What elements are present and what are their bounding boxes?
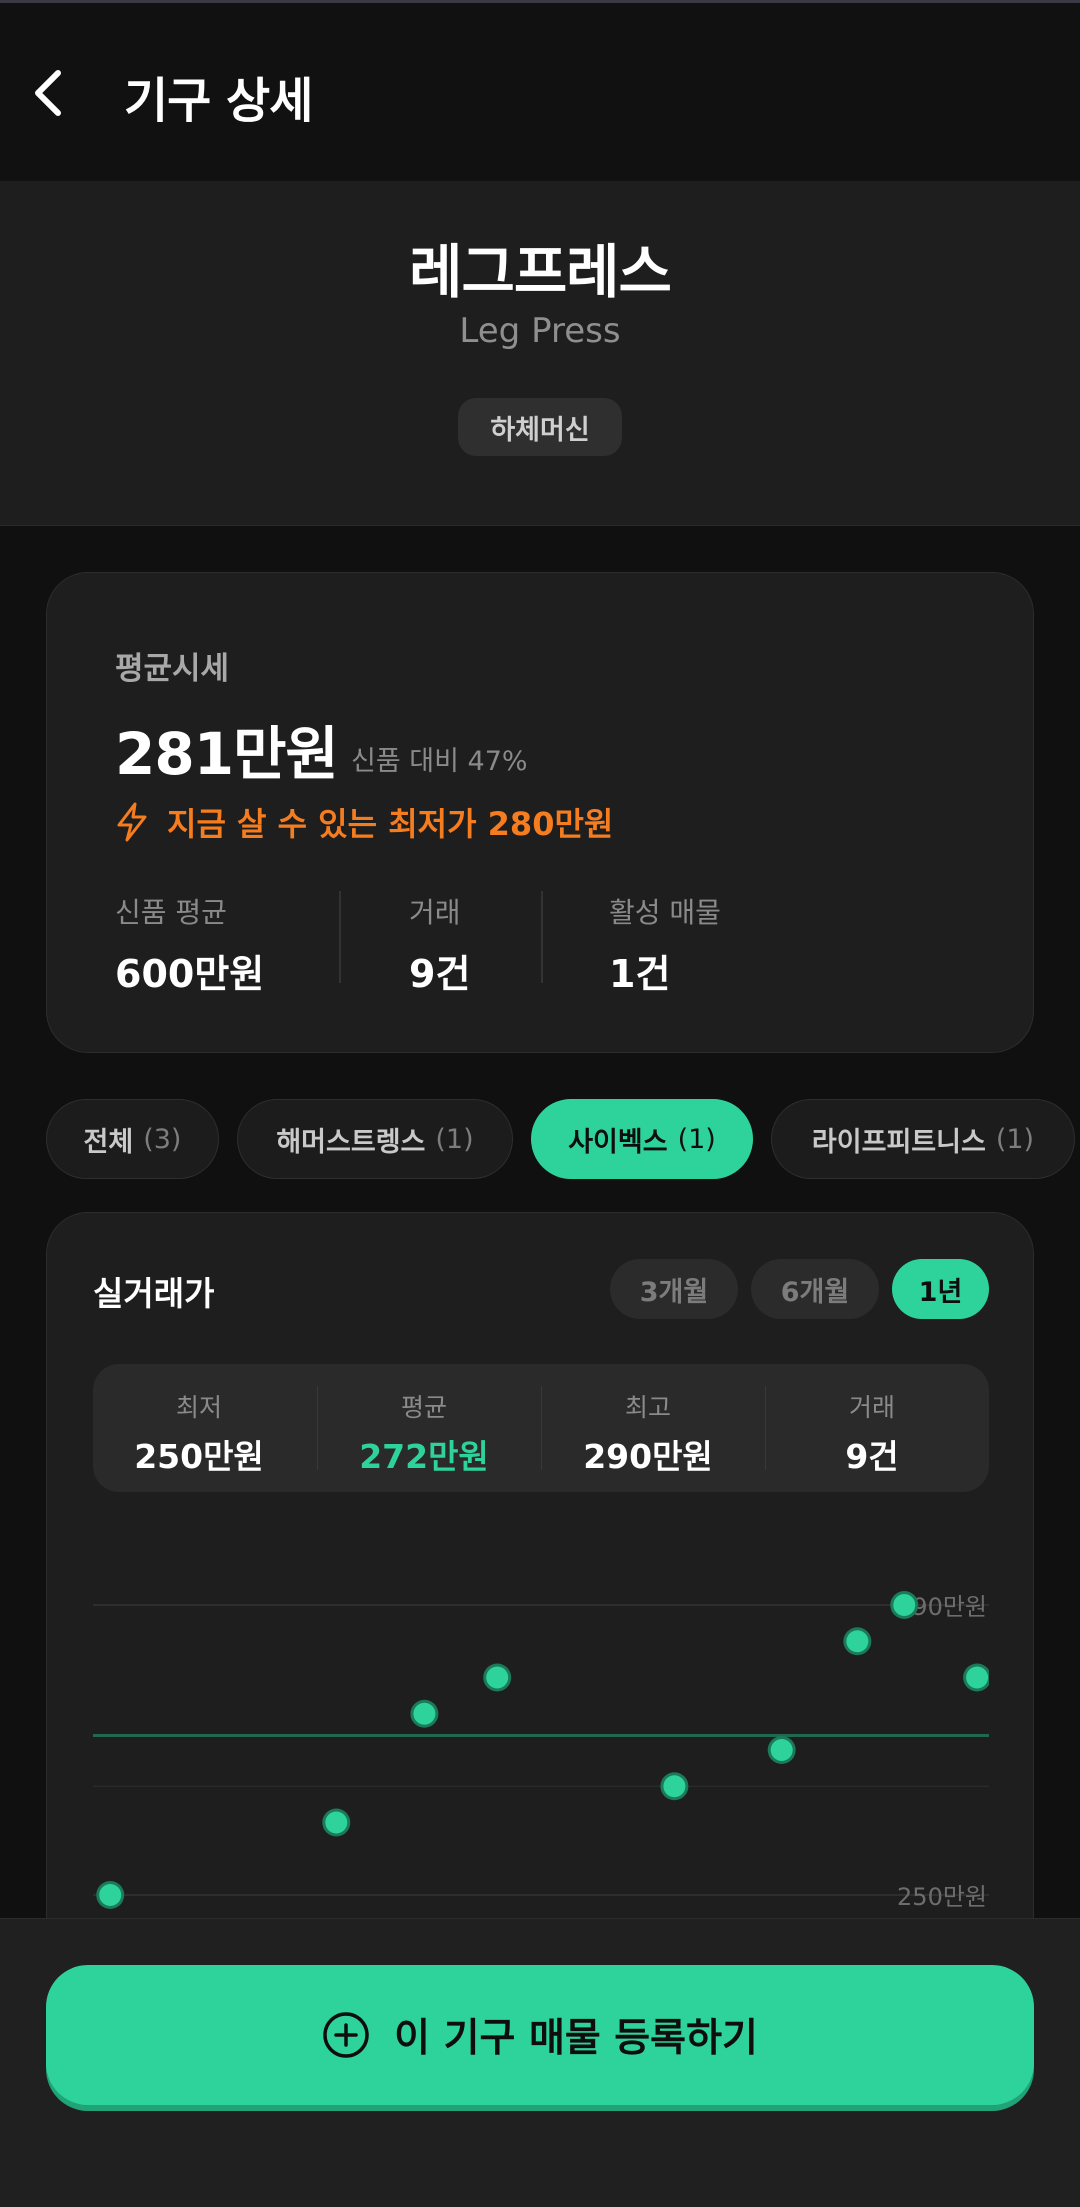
stat-new-average: 신품 평균 600만원 xyxy=(115,891,264,998)
equipment-name: 레그프레스 xyxy=(409,238,672,306)
stat-divider xyxy=(339,891,341,983)
summary-value: 9건 xyxy=(845,1437,899,1476)
lightning-icon xyxy=(117,802,147,842)
summary-value: 250만원 xyxy=(134,1437,264,1476)
summary-value: 272만원 xyxy=(359,1437,489,1476)
new-ratio-text: 신품 대비 47% xyxy=(351,746,528,777)
stat-value: 1건 xyxy=(609,952,671,996)
chip-label: 전체 xyxy=(83,1126,134,1158)
period-3m-button[interactable]: 3개월 xyxy=(610,1259,738,1319)
chip-label: 라이프피트니스 xyxy=(811,1126,986,1158)
stat-label: 거래 xyxy=(409,896,461,929)
summary-average: 평균 272만원 xyxy=(318,1364,530,1492)
transaction-title: 실거래가 xyxy=(93,1274,215,1313)
stat-value: 9건 xyxy=(409,952,471,996)
chip-count: (3) xyxy=(143,1123,182,1155)
summary-label: 평균 xyxy=(400,1393,447,1422)
average-price-value: 281만원 xyxy=(115,720,339,788)
chip-count: (1) xyxy=(677,1123,716,1155)
chip-label: 사이벡스 xyxy=(568,1126,668,1158)
summary-count: 거래 9건 xyxy=(766,1364,978,1492)
category-badge: 하체머신 xyxy=(458,398,622,456)
brand-chip-hammer-strength[interactable]: 해머스트렝스 (1) xyxy=(237,1099,513,1179)
chip-label: 해머스트렝스 xyxy=(276,1126,426,1158)
plus-circle-icon xyxy=(323,2012,369,2058)
brand-chip-cybex[interactable]: 사이벡스 (1) xyxy=(531,1099,753,1179)
brand-chip-all[interactable]: 전체 (3) xyxy=(46,1099,219,1179)
bottom-action-bar: 이 기구 매물 등록하기 xyxy=(0,1918,1080,2207)
data-point xyxy=(325,1811,348,1834)
stat-trades: 거래 9건 xyxy=(409,891,470,998)
data-point xyxy=(966,1666,989,1689)
lowest-price-text: 지금 살 수 있는 최저가 280만원 xyxy=(167,805,614,843)
register-listing-label: 이 기구 매물 등록하기 xyxy=(394,2016,758,2061)
data-point xyxy=(486,1666,509,1689)
price-summary: 최저 250만원 평균 272만원 최고 290만원 거래 9건 xyxy=(93,1364,989,1492)
equipment-name-en: Leg Press xyxy=(459,311,621,351)
equipment-hero: 레그프레스 Leg Press 하체머신 xyxy=(0,181,1080,526)
data-point xyxy=(99,1884,122,1906)
transaction-scatter-chart: 290만원250만원 xyxy=(93,1591,989,1911)
data-point xyxy=(893,1594,916,1616)
data-point xyxy=(846,1630,869,1653)
stat-divider xyxy=(541,891,543,983)
summary-label: 최고 xyxy=(624,1393,671,1422)
back-button[interactable] xyxy=(18,53,78,133)
summary-label: 거래 xyxy=(848,1393,895,1422)
summary-max: 최고 290만원 xyxy=(542,1364,754,1492)
data-point xyxy=(770,1739,793,1761)
chevron-left-icon xyxy=(35,70,61,116)
brand-chip-life-fitness[interactable]: 라이프피트니스 (1) xyxy=(771,1099,1075,1179)
register-listing-button[interactable]: 이 기구 매물 등록하기 xyxy=(46,1965,1034,2105)
stat-label: 활성 매물 xyxy=(609,896,721,929)
summary-min: 최저 250만원 xyxy=(93,1364,305,1492)
average-price-card: 평균시세 281만원 신품 대비 47% 지금 살 수 있는 최저가 280만원… xyxy=(46,572,1034,1053)
summary-label: 최저 xyxy=(175,1393,222,1422)
lowest-price-notice: 지금 살 수 있는 최저가 280만원 xyxy=(115,799,613,845)
period-6m-button[interactable]: 6개월 xyxy=(751,1259,879,1319)
y-tick-label-min: 250만원 xyxy=(897,1883,987,1911)
page-title: 기구 상세 xyxy=(124,73,313,129)
stat-value: 600만원 xyxy=(115,952,265,996)
stat-label: 신품 평균 xyxy=(115,896,227,929)
chip-count: (1) xyxy=(435,1123,474,1155)
data-point xyxy=(413,1702,436,1725)
average-price-label: 평균시세 xyxy=(115,651,230,687)
data-point xyxy=(663,1775,686,1798)
stat-active-listings: 활성 매물 1건 xyxy=(609,891,721,998)
period-1y-button[interactable]: 1년 xyxy=(892,1259,989,1319)
chip-count: (1) xyxy=(995,1123,1035,1155)
brand-filter-chips: 전체 (3) 해머스트렝스 (1) 사이벡스 (1) 라이프피트니스 (1) xyxy=(46,1099,1080,1179)
summary-value: 290만원 xyxy=(583,1437,713,1476)
app-header: 기구 상세 xyxy=(0,3,1080,181)
